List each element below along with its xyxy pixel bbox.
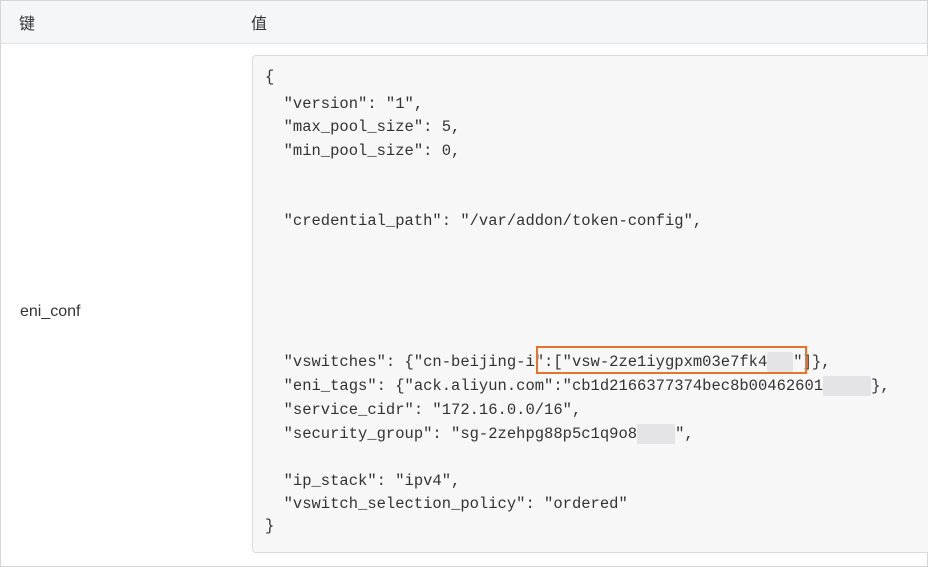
code-line-service-cidr: "service_cidr": "172.16.0.0/16", bbox=[265, 401, 582, 419]
code-line-min-pool-size: "min_pool_size": 0, bbox=[265, 142, 461, 160]
table-header-row: 键 值 bbox=[1, 1, 927, 44]
code-line-credential-path: "credential_path": "/var/addon/token-con… bbox=[265, 212, 703, 230]
column-header-key: 键 bbox=[19, 16, 36, 33]
code-line-ip-stack: "ip_stack": "ipv4", bbox=[265, 472, 461, 490]
security-group-text: "security_group": "sg-2zehpg88p5c1q9o8 bbox=[265, 425, 638, 444]
security-group-text-end: ", bbox=[675, 425, 694, 444]
code-line-version: "version": "1", bbox=[265, 95, 424, 113]
code-line-open-brace: { bbox=[265, 68, 275, 86]
code-line-eni-tags: "eni_tags": {"ack.aliyun.com":"cb1d21663… bbox=[265, 376, 890, 396]
code-line-security-group: "security_group": "sg-2zehpg88p5c1q9o8 ", bbox=[265, 424, 694, 444]
code-line-vswitch-selection-policy: "vswitch_selection_policy": "ordered" bbox=[265, 495, 628, 513]
config-table: 键 值 eni_conf { "version": "1", "max_pool… bbox=[0, 0, 928, 567]
redacted-block bbox=[637, 424, 676, 444]
redacted-block bbox=[823, 376, 872, 396]
code-line-max-pool-size: "max_pool_size": 5, bbox=[265, 118, 461, 136]
row-key-label: eni_conf bbox=[20, 303, 81, 320]
column-header-value: 值 bbox=[251, 16, 268, 33]
code-line-close-brace: } bbox=[265, 517, 275, 535]
eni-tags-text: "eni_tags": {"ack.aliyun.com":"cb1d21663… bbox=[265, 377, 824, 396]
eni-tags-text-end: }, bbox=[871, 377, 890, 396]
highlight-annotation-box bbox=[536, 346, 807, 374]
